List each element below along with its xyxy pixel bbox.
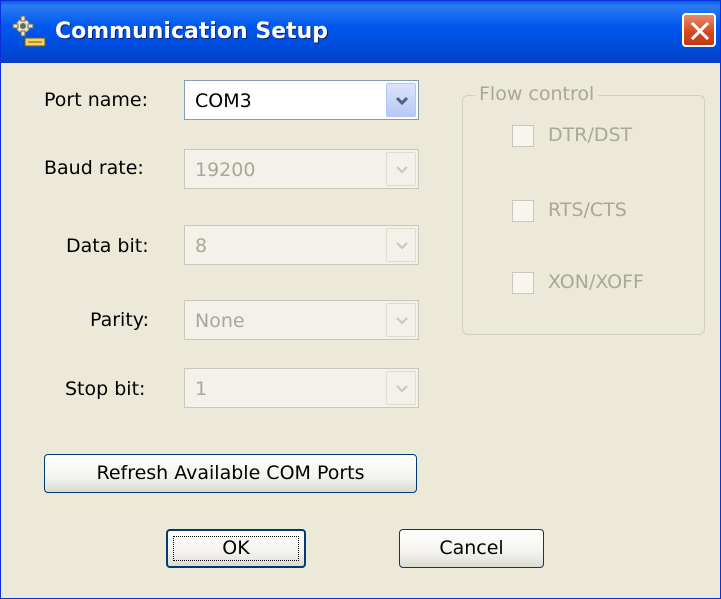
data-bit-label: Data bit: <box>66 235 149 257</box>
data-bit-value: 8 <box>195 235 208 257</box>
xon-xoff-checkbox[interactable] <box>512 272 534 294</box>
port-name-dropdown-button[interactable] <box>386 83 416 117</box>
baud-rate-dropdown-button[interactable] <box>386 152 416 186</box>
chevron-down-icon <box>396 242 408 250</box>
title-bar[interactable]: Communication Setup <box>1 1 720 63</box>
stop-bit-value: 1 <box>195 378 208 400</box>
xon-xoff-label: XON/XOFF <box>548 271 644 293</box>
chevron-down-icon <box>396 166 408 174</box>
cancel-button[interactable]: Cancel <box>399 529 544 568</box>
dtr-dst-label: DTR/DST <box>548 124 633 146</box>
data-bit-select[interactable]: 8 <box>184 225 419 265</box>
port-name-label: Port name: <box>44 89 148 111</box>
rts-cts-checkbox[interactable] <box>512 200 534 222</box>
rts-cts-label: RTS/CTS <box>548 199 627 221</box>
refresh-button-label: Refresh Available COM Ports <box>96 462 365 484</box>
communication-setup-dialog: Communication Setup Port name: COM3 Baud… <box>0 0 721 599</box>
close-button[interactable] <box>682 13 716 47</box>
port-name-select[interactable]: COM3 <box>184 80 419 120</box>
chevron-down-icon <box>395 96 409 106</box>
chevron-down-icon <box>396 317 408 325</box>
baud-rate-select[interactable]: 19200 <box>184 149 419 189</box>
data-bit-dropdown-button[interactable] <box>386 228 416 262</box>
cancel-button-label: Cancel <box>439 537 504 559</box>
stop-bit-dropdown-button[interactable] <box>386 371 416 405</box>
window-title: Communication Setup <box>55 19 329 44</box>
parity-label: Parity: <box>90 309 150 331</box>
baud-rate-value: 19200 <box>195 159 256 181</box>
ok-button-label: OK <box>222 537 250 559</box>
port-name-value: COM3 <box>195 90 252 112</box>
dtr-dst-checkbox[interactable] <box>512 125 534 147</box>
flow-control-title: Flow control <box>475 83 599 105</box>
refresh-com-ports-button[interactable]: Refresh Available COM Ports <box>44 454 417 493</box>
parity-select[interactable]: None <box>184 300 419 340</box>
stop-bit-select[interactable]: 1 <box>184 368 419 408</box>
parity-value: None <box>195 310 245 332</box>
baud-rate-label: Baud rate: <box>44 157 144 179</box>
settings-gear-icon <box>12 15 46 47</box>
parity-dropdown-button[interactable] <box>386 303 416 337</box>
close-icon <box>691 22 709 40</box>
ok-button[interactable]: OK <box>166 529 306 568</box>
chevron-down-icon <box>396 385 408 393</box>
stop-bit-label: Stop bit: <box>65 378 146 400</box>
